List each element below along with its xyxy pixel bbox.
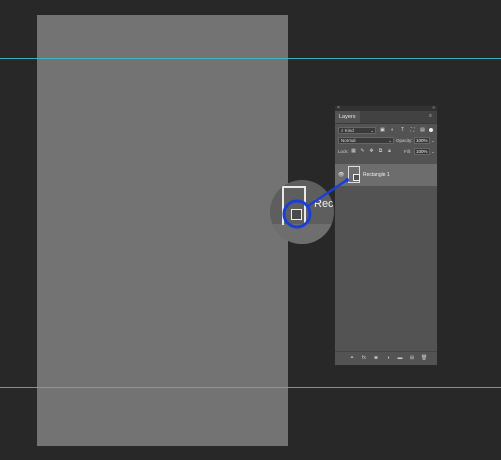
search-icon: ⌕ (341, 128, 344, 133)
fx-icon[interactable]: fx (361, 355, 367, 361)
magnified-layer-row (270, 224, 334, 244)
tab-layers[interactable]: Layers (335, 111, 360, 123)
chevron-down-icon[interactable]: ⌄ (431, 138, 435, 144)
lock-position-icon[interactable]: ✥ (369, 149, 374, 154)
lock-artboard-icon[interactable]: ⧉ (378, 149, 383, 154)
horizontal-guide-top[interactable] (0, 58, 501, 59)
blend-mode-select[interactable]: Normal ⌄ (338, 137, 394, 144)
panel-menu-icon[interactable]: ≡ (429, 114, 434, 119)
opacity-field[interactable]: 100% (414, 137, 430, 144)
filter-kind-label: Kind (344, 128, 354, 133)
layer-row[interactable]: 👁︎ Rectangle 1 (335, 164, 437, 186)
lock-all-icon[interactable]: 🔒︎ (387, 149, 392, 154)
shape-filter-icon[interactable]: ⛶ (410, 128, 415, 133)
type-filter-icon[interactable]: T (400, 128, 405, 133)
lock-label: Lock: (338, 149, 349, 154)
magnified-shape-badge-icon (291, 209, 302, 220)
chevron-down-icon[interactable]: ⌄ (431, 149, 435, 155)
lock-image-icon[interactable]: ✎ (360, 149, 365, 154)
new-layer-icon[interactable]: ⊞ (409, 355, 415, 361)
filter-row: ⌕ Kind ⌄ ▣ ◐ T ⛶ ▤ (335, 124, 437, 135)
trash-icon[interactable]: 🗑︎ (421, 355, 427, 361)
visibility-eye-icon[interactable]: 👁︎ (338, 172, 344, 178)
chevron-down-icon: ⌄ (370, 128, 374, 133)
blend-row: Normal ⌄ Opacity: 100% ⌄ (335, 135, 437, 146)
group-folder-icon[interactable]: ▬ (397, 355, 403, 361)
panel-tab-row: Layers ≡ (335, 111, 437, 124)
blend-mode-value: Normal (341, 138, 356, 143)
lock-row: Lock: ▦ ✎ ✥ ⧉ 🔒︎ Fill: 100% ⌄ (335, 146, 437, 157)
panel-bottom-bar: ⚭ fx ◙ ◑ ▬ ⊞ 🗑︎ (335, 351, 437, 365)
horizontal-guide-bottom[interactable] (0, 387, 501, 388)
layers-panel: × » Layers ≡ ⌕ Kind ⌄ ▣ ◐ T ⛶ ▤ Normal ⌄… (334, 105, 438, 366)
smart-object-filter-icon[interactable]: ▤ (420, 128, 425, 133)
link-layers-icon[interactable]: ⚭ (349, 355, 355, 361)
filter-kind-select[interactable]: ⌕ Kind ⌄ (338, 127, 376, 134)
opacity-label: Opacity: (396, 138, 413, 143)
layer-name[interactable]: Rectangle 1 (363, 172, 390, 178)
magnifier-callout: Rec (270, 180, 334, 244)
mask-icon[interactable]: ◙ (373, 355, 379, 361)
adjustment-icon[interactable]: ◑ (385, 355, 391, 361)
lock-transparent-icon[interactable]: ▦ (351, 149, 356, 154)
fill-field[interactable]: 100% (414, 148, 430, 155)
layer-thumbnail[interactable] (348, 166, 360, 183)
image-filter-icon[interactable]: ▣ (380, 128, 385, 133)
filter-toggle-icon[interactable] (429, 128, 433, 132)
magnified-layer-name: Rec (314, 198, 334, 210)
document-canvas[interactable] (37, 15, 288, 446)
fill-label: Fill: (404, 149, 411, 154)
adjustment-filter-icon[interactable]: ◐ (390, 128, 395, 133)
chevron-down-icon: ⌄ (388, 138, 392, 143)
shape-layer-badge-icon (353, 174, 360, 181)
